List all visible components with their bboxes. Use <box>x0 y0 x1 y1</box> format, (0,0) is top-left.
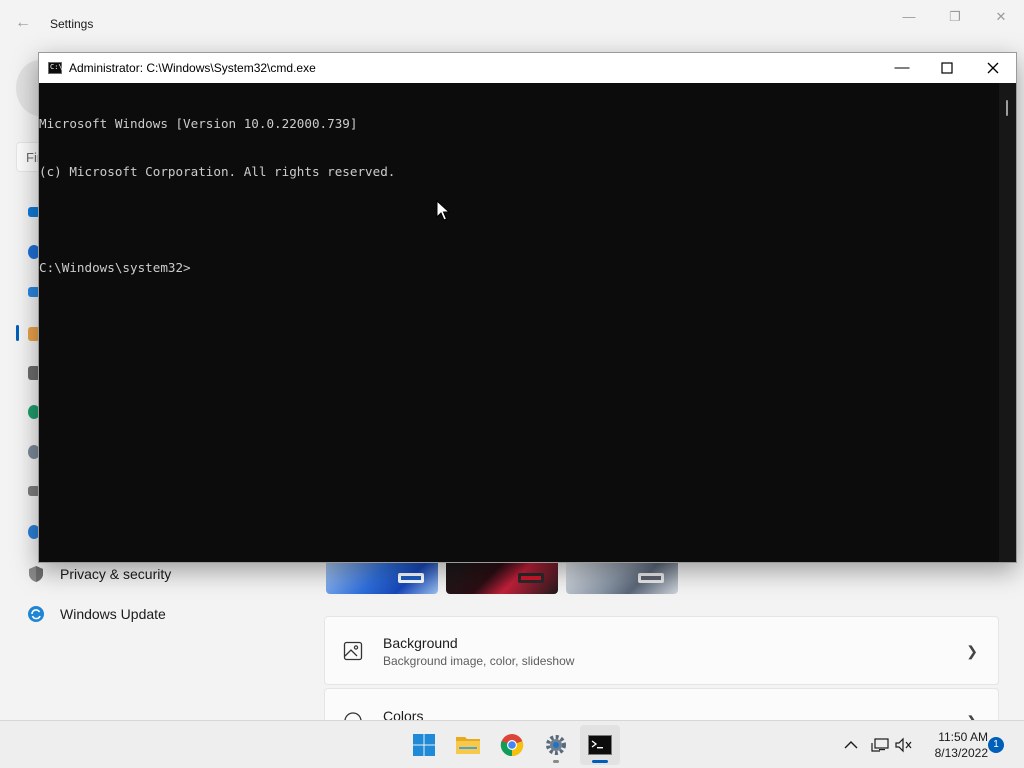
settings-title: Settings <box>50 17 94 31</box>
background-setting-card[interactable]: Background Background image, color, slid… <box>324 616 999 685</box>
shield-icon <box>26 564 46 584</box>
cmd-maximize-button[interactable] <box>924 53 970 83</box>
running-indicator <box>553 760 559 763</box>
network-status-icon[interactable] <box>870 735 890 755</box>
settings-maximize-button[interactable]: ❐ <box>932 8 978 28</box>
mouse-pointer-icon <box>436 200 450 221</box>
sidebar-item-label: Privacy & security <box>60 566 172 582</box>
theme-thumbnail-flow[interactable] <box>566 562 678 594</box>
selected-indicator <box>16 325 19 341</box>
chrome-icon <box>500 734 524 757</box>
console-output[interactable]: Microsoft Windows [Version 10.0.22000.73… <box>39 83 999 562</box>
active-indicator <box>592 760 608 763</box>
sidebar-item-windows-update[interactable]: Windows Update <box>26 602 166 626</box>
card-title: Background <box>383 635 458 651</box>
console-line: Microsoft Windows [Version 10.0.22000.73… <box>39 116 358 131</box>
file-explorer-button[interactable] <box>448 725 488 765</box>
settings-minimize-button[interactable]: — <box>886 8 932 28</box>
theme-accent-chip <box>398 573 424 583</box>
cmd-icon <box>588 735 612 755</box>
theme-thumbnail-glow[interactable] <box>446 562 558 594</box>
folder-icon <box>456 737 480 754</box>
cmd-titlebar[interactable]: C:\_ Administrator: C:\Windows\System32\… <box>39 53 1016 83</box>
clock[interactable]: 11:50 AM 8/13/2022 <box>918 729 988 761</box>
vertical-scrollbar[interactable] <box>999 83 1016 562</box>
settings-taskbar-button[interactable] <box>536 725 576 765</box>
console-prompt: C:\Windows\system32> <box>39 260 191 275</box>
cmd-window-title: Administrator: C:\Windows\System32\cmd.e… <box>69 61 316 75</box>
settings-close-button[interactable]: ✕ <box>978 8 1024 28</box>
clock-time: 11:50 AM <box>938 730 988 744</box>
taskbar: 11:50 AM 8/13/2022 1 <box>0 720 1024 768</box>
notification-badge[interactable]: 1 <box>988 737 1004 753</box>
image-icon <box>343 641 363 661</box>
chrome-button[interactable] <box>492 725 532 765</box>
volume-muted-icon[interactable] <box>894 735 914 755</box>
gear-icon <box>546 735 566 755</box>
back-arrow-icon[interactable]: ← <box>15 14 33 32</box>
cmd-close-button[interactable] <box>970 53 1016 83</box>
chevron-up-icon[interactable] <box>843 735 859 755</box>
theme-accent-chip <box>518 573 544 583</box>
theme-accent-chip <box>638 573 664 583</box>
theme-thumbnail-light[interactable] <box>326 562 438 594</box>
command-prompt-button[interactable] <box>580 725 620 765</box>
cmd-minimize-button[interactable]: — <box>879 53 925 83</box>
clock-date: 8/13/2022 <box>934 746 988 760</box>
cmd-icon: C:\_ <box>48 62 67 74</box>
sidebar-item-privacy-security[interactable]: Privacy & security <box>26 562 171 586</box>
sidebar-item-label: Windows Update <box>60 606 166 622</box>
scrollbar-thumb[interactable] <box>1006 100 1008 116</box>
windows-update-icon <box>26 604 46 624</box>
cmd-window[interactable]: C:\_ Administrator: C:\Windows\System32\… <box>38 52 1017 563</box>
start-button[interactable] <box>404 725 444 765</box>
card-subtitle: Background image, color, slideshow <box>383 654 575 668</box>
console-line: (c) Microsoft Corporation. All rights re… <box>39 164 396 179</box>
windows-start-icon <box>413 734 435 756</box>
chevron-right-icon: ❯ <box>966 643 978 659</box>
